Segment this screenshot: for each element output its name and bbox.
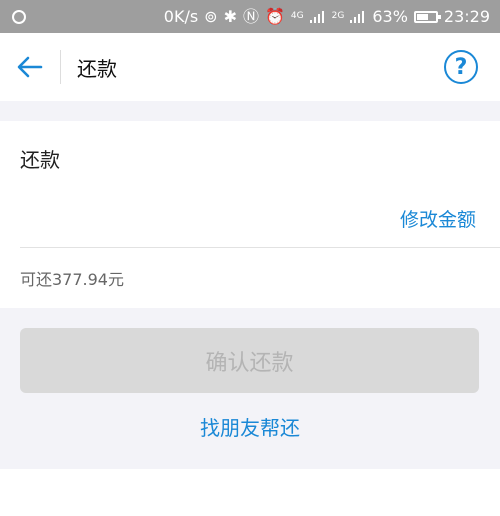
amount-input[interactable] [20,181,320,231]
bluetooth-icon: ✱ [223,6,237,26]
status-bar: 0K/s ⊚ ✱ Ⓝ ⏰ 4G 2G 63% 23:29 [0,0,500,33]
bottom-blank [0,469,500,516]
signal-icon-2 [350,10,366,23]
battery-icon [413,10,441,23]
help-button[interactable]: ? [444,50,478,84]
repay-card: 还款 修改金额 可还377.94元 [0,121,500,308]
page-title: 还款 [77,56,117,81]
question-mark-icon: ? [454,54,468,80]
confirm-repay-button[interactable]: 确认还款 [20,328,479,393]
nfc-icon: Ⓝ [242,6,259,26]
network-type-4g: 4G [290,11,304,21]
clock: 23:29 [443,6,490,26]
network-type-2g: 2G [331,11,345,21]
available-amount: 可还377.94元 [20,270,124,289]
nav-divider [60,50,61,84]
alarm-icon: ⏰ [265,6,285,26]
back-button[interactable] [0,33,60,101]
battery-percent: 63% [372,6,408,26]
ask-friend-link[interactable]: 找朋友帮还 [0,412,500,441]
nav-bar: 还款 ? [0,33,500,101]
signal-icon-1 [309,10,326,23]
section-gap [0,101,500,121]
divider [20,247,500,248]
repay-label: 还款 [20,148,60,172]
modify-amount-link[interactable]: 修改金额 [400,205,476,232]
status-right: 0K/s ⊚ ✱ Ⓝ ⏰ 4G 2G 63% 23:29 [163,6,490,26]
action-area: 确认还款 找朋友帮还 [0,308,500,469]
arrow-left-icon [17,56,43,78]
data-saver-icon: ⊚ [204,6,218,26]
notification-circle-icon [12,9,26,24]
status-left [12,9,26,24]
network-speed: 0K/s [163,6,199,26]
